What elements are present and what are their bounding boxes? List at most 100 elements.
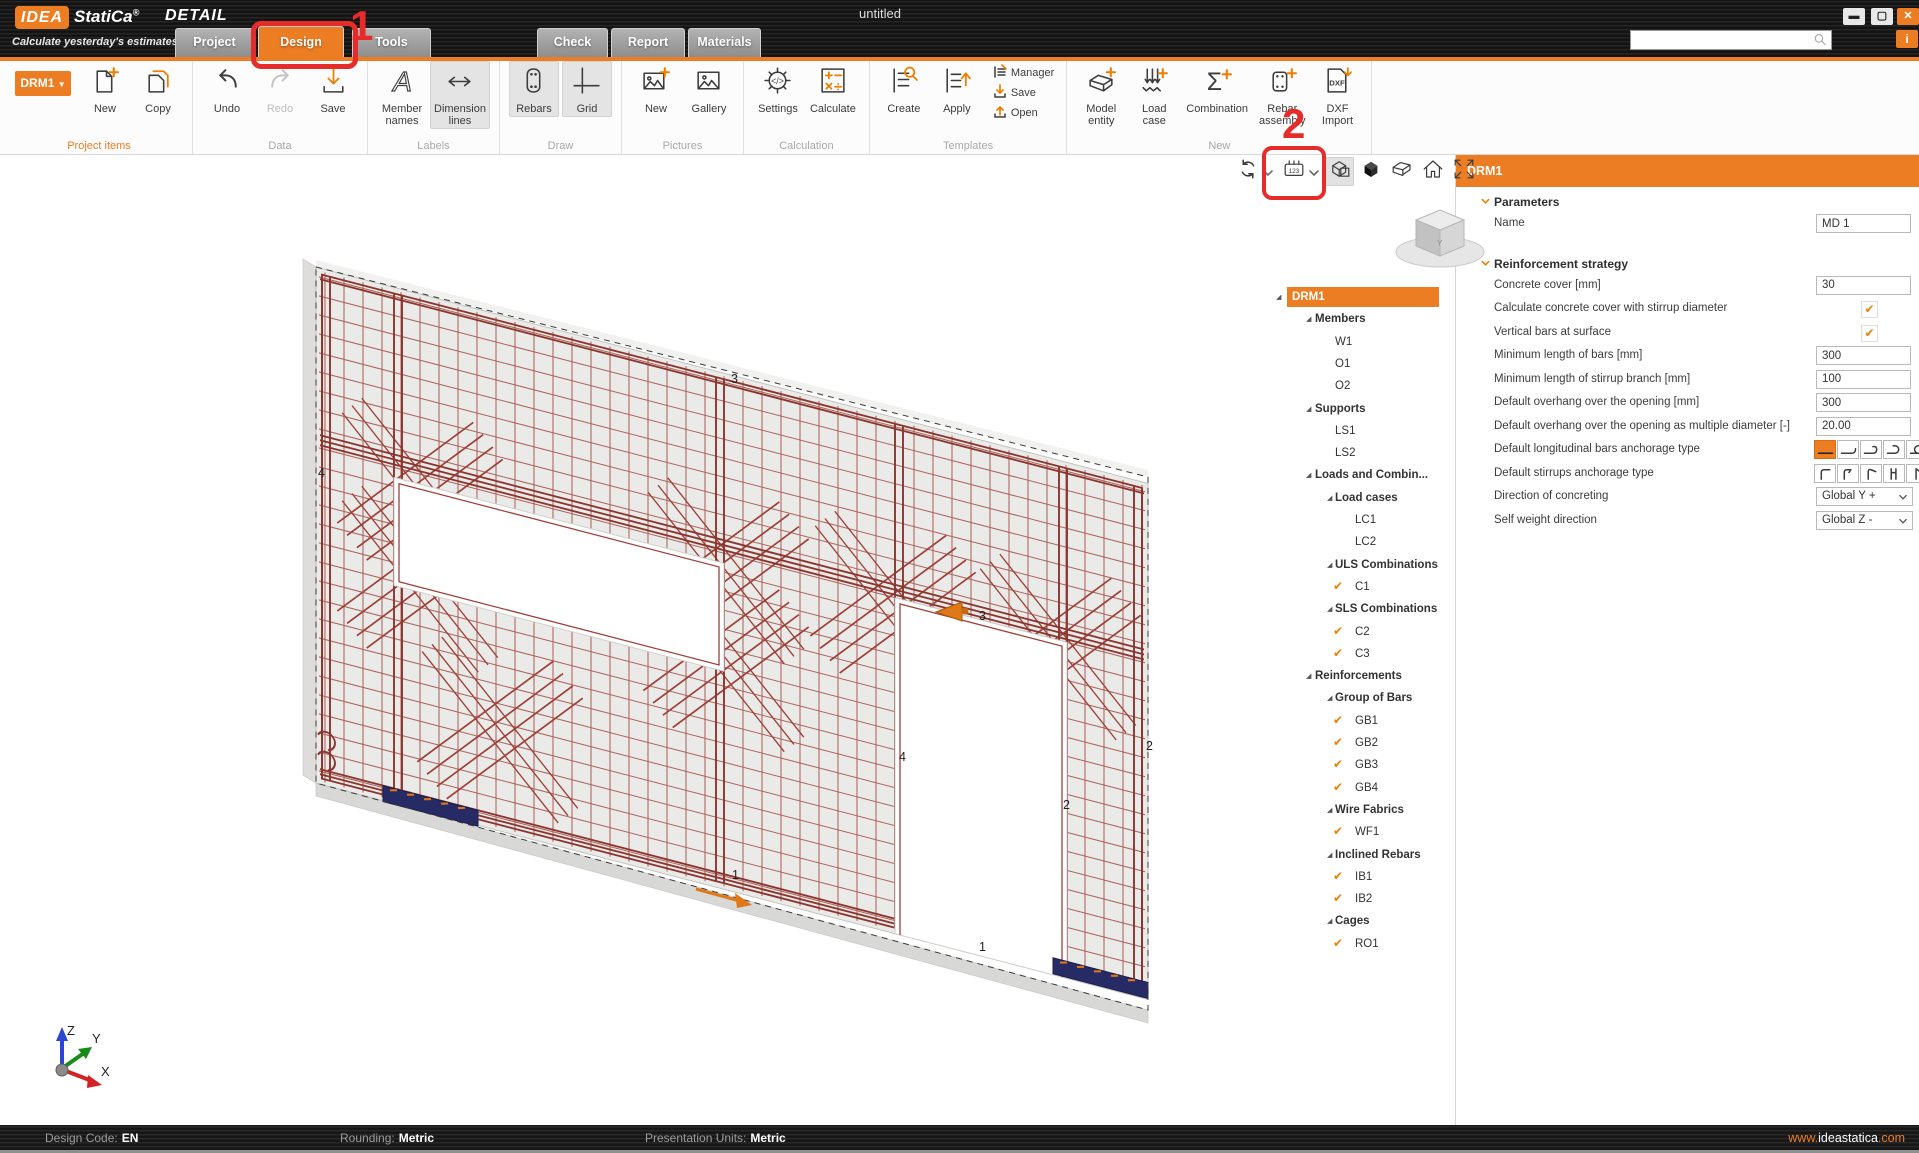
anchorage-option-4[interactable]	[1906, 440, 1919, 459]
ribbon-group-draw: RebarsGridDraw	[500, 61, 622, 154]
svg-text:Σ: Σ	[1206, 69, 1221, 96]
svg-text:3: 3	[731, 372, 738, 386]
settings-button[interactable]: </>Settings	[753, 61, 803, 117]
direction-of-concreting-select[interactable]: Global Y +	[1816, 487, 1913, 506]
rebars-button[interactable]: Rebars	[509, 61, 559, 117]
self-weight-direction-select[interactable]: Global Z -	[1816, 511, 1913, 530]
tab-report[interactable]: Report	[611, 28, 685, 57]
rotate-view-button[interactable]	[1233, 157, 1262, 186]
info-button[interactable]: i	[1896, 30, 1918, 48]
home-view-button[interactable]	[1418, 157, 1447, 186]
ribbon-group-pictures: NewGalleryPictures	[622, 61, 744, 154]
svg-text:3: 3	[979, 609, 986, 623]
tab-design[interactable]: Design	[258, 26, 344, 57]
maximize-button[interactable]: ▢	[1871, 8, 1893, 25]
dxf-icon: DXF	[1322, 65, 1353, 101]
dxf-import-button[interactable]: DXFDXF Import	[1312, 61, 1362, 129]
close-button[interactable]: ✕	[1897, 8, 1919, 25]
minimize-button[interactable]: ▬	[1843, 8, 1865, 25]
calculate-concrete-cover-with-stirrup-diameter-checkbox[interactable]: ✔	[1861, 301, 1878, 318]
cube-section-view-button[interactable]	[1387, 157, 1416, 186]
dimension-lines-button[interactable]: Dimension lines	[430, 61, 490, 129]
model-entity-button[interactable]: Model entity	[1076, 61, 1126, 129]
search-icon[interactable]	[1811, 32, 1829, 48]
open-mini-button[interactable]: Open	[989, 103, 1057, 123]
copy-icon	[143, 65, 174, 101]
minimum-length-of-stirrup-branch-mm-input[interactable]	[1816, 370, 1911, 389]
copy-button[interactable]: Copy	[133, 61, 183, 117]
search-input[interactable]	[1634, 32, 1810, 48]
vertical-bars-at-surface-checkbox[interactable]: ✔	[1861, 325, 1878, 342]
anchorage-option-2[interactable]	[1860, 440, 1882, 459]
undo-icon	[212, 65, 243, 101]
default-overhang-over-the-opening-as-multiple-diameter-input[interactable]	[1816, 417, 1911, 436]
cube-solid-view-button[interactable]	[1356, 157, 1385, 186]
section-header-parameters[interactable]: Parameters	[1456, 192, 1916, 213]
svg-text:123: 123	[1288, 168, 1299, 175]
chevron-down-icon[interactable]	[1262, 166, 1274, 176]
apply-button[interactable]: Apply	[932, 61, 982, 117]
button-label: Apply	[943, 103, 971, 115]
anchorage-option-3[interactable]	[1883, 440, 1905, 459]
grid-icon	[571, 65, 602, 101]
member-names-button[interactable]: AMember names	[377, 61, 427, 129]
anchorage-option-0[interactable]	[1814, 464, 1836, 483]
anchorage-option-0[interactable]	[1814, 440, 1836, 459]
calculate-button[interactable]: Calculate	[806, 61, 860, 117]
dim-lines-icon	[444, 65, 475, 101]
button-label: Combination	[1186, 103, 1248, 115]
anchorage-option-3[interactable]	[1883, 464, 1905, 483]
design-code: Design Code:EN	[45, 1131, 138, 1145]
default-overhang-over-the-opening-mm-input[interactable]	[1816, 393, 1911, 412]
ribbon: DRM1 ▼NewCopyProject itemsUndoRedoSaveDa…	[0, 61, 1919, 155]
manager-mini-button[interactable]: Manager	[989, 63, 1057, 83]
combination-button[interactable]: Σ Combination	[1182, 61, 1252, 117]
rounding: Rounding:Metric	[340, 1131, 434, 1145]
anchorage-option-4[interactable]	[1906, 464, 1919, 483]
load-arrows-icon	[1139, 65, 1170, 101]
anchorage-option-2[interactable]	[1860, 464, 1882, 483]
redo-button[interactable]: Redo	[255, 61, 305, 117]
gallery-button[interactable]: Gallery	[684, 61, 734, 117]
save-button[interactable]: Save	[308, 61, 358, 117]
tab-check[interactable]: Check	[537, 28, 608, 57]
section-header-reinforcement-strategy[interactable]: Reinforcement strategy	[1456, 254, 1916, 275]
button-label: Member names	[382, 103, 422, 127]
button-label: Copy	[145, 103, 171, 115]
ribbon-group-label: New	[1076, 138, 1362, 152]
button-label: Model entity	[1086, 103, 1116, 127]
new-button[interactable]: New	[631, 61, 681, 117]
minimum-length-of-bars-mm-input[interactable]	[1816, 346, 1911, 365]
anchorage-option-1[interactable]	[1837, 440, 1859, 459]
svg-text:4: 4	[899, 750, 906, 764]
doc-plus-icon	[90, 65, 121, 101]
ribbon-group-label: Project items	[15, 138, 183, 152]
name-input[interactable]	[1816, 214, 1911, 233]
sigma-plus-icon: Σ	[1202, 65, 1233, 101]
website-link[interactable]: www.ideastatica.com	[1788, 1131, 1905, 1145]
expand-view-button[interactable]	[1449, 157, 1478, 186]
project-item-selector[interactable]: DRM1 ▼	[15, 71, 71, 96]
svg-text:2: 2	[1063, 798, 1070, 812]
chevron-down-icon[interactable]	[1308, 166, 1320, 176]
new-button[interactable]: New	[80, 61, 130, 117]
tagline: Calculate yesterday's estimates	[12, 36, 178, 48]
anchorage-option-1[interactable]	[1837, 464, 1859, 483]
create-button[interactable]: Create	[879, 61, 929, 117]
cube-wire-view-button[interactable]	[1325, 157, 1354, 186]
prop-row-name: Name	[1456, 214, 1916, 235]
tab-project[interactable]: Project	[175, 28, 254, 57]
grid-button[interactable]: Grid	[562, 61, 612, 117]
save-mini-button[interactable]: Save	[989, 83, 1057, 103]
navigation-cube[interactable]: Y	[1393, 192, 1487, 272]
ribbon-group-label: Labels	[377, 138, 490, 152]
load-case-button[interactable]: Load case	[1129, 61, 1179, 129]
undo-button[interactable]: Undo	[202, 61, 252, 117]
properties-panel: DRM1 ParametersNameReinforcement strateg…	[1455, 155, 1919, 1125]
model-viewport-canvas[interactable]: 34324211ZYX	[0, 155, 1455, 1125]
tab-materials[interactable]: Materials	[688, 28, 761, 57]
prop-row-default-stirrups-anchorage-type: Default stirrups anchorage type	[1456, 464, 1916, 485]
numbers-view-button[interactable]: 123	[1279, 157, 1308, 186]
stirrup-plus-icon	[1267, 65, 1298, 101]
concrete-cover-mm-input[interactable]	[1816, 276, 1911, 295]
